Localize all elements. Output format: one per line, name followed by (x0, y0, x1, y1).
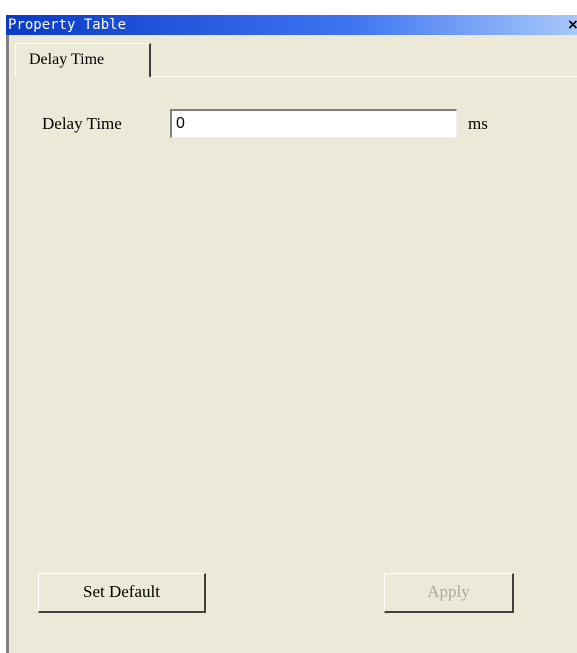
close-icon[interactable]: × (567, 17, 577, 33)
tab-label: Delay Time (29, 51, 105, 68)
tab-divider (151, 76, 577, 77)
delay-time-input[interactable] (170, 109, 457, 138)
title-bar[interactable]: Property Table × (6, 15, 577, 35)
delay-time-label: Delay Time (42, 114, 122, 133)
window-title: Property Table (8, 17, 127, 33)
apply-button[interactable]: Apply (384, 573, 514, 613)
set-default-button[interactable]: Set Default (38, 573, 206, 613)
property-table-window: Property Table × Delay Time Delay Time m… (0, 0, 577, 653)
panel-border (6, 35, 9, 653)
tab-delay-time[interactable]: Delay Time (15, 43, 151, 77)
delay-unit-label: ms (468, 114, 488, 133)
